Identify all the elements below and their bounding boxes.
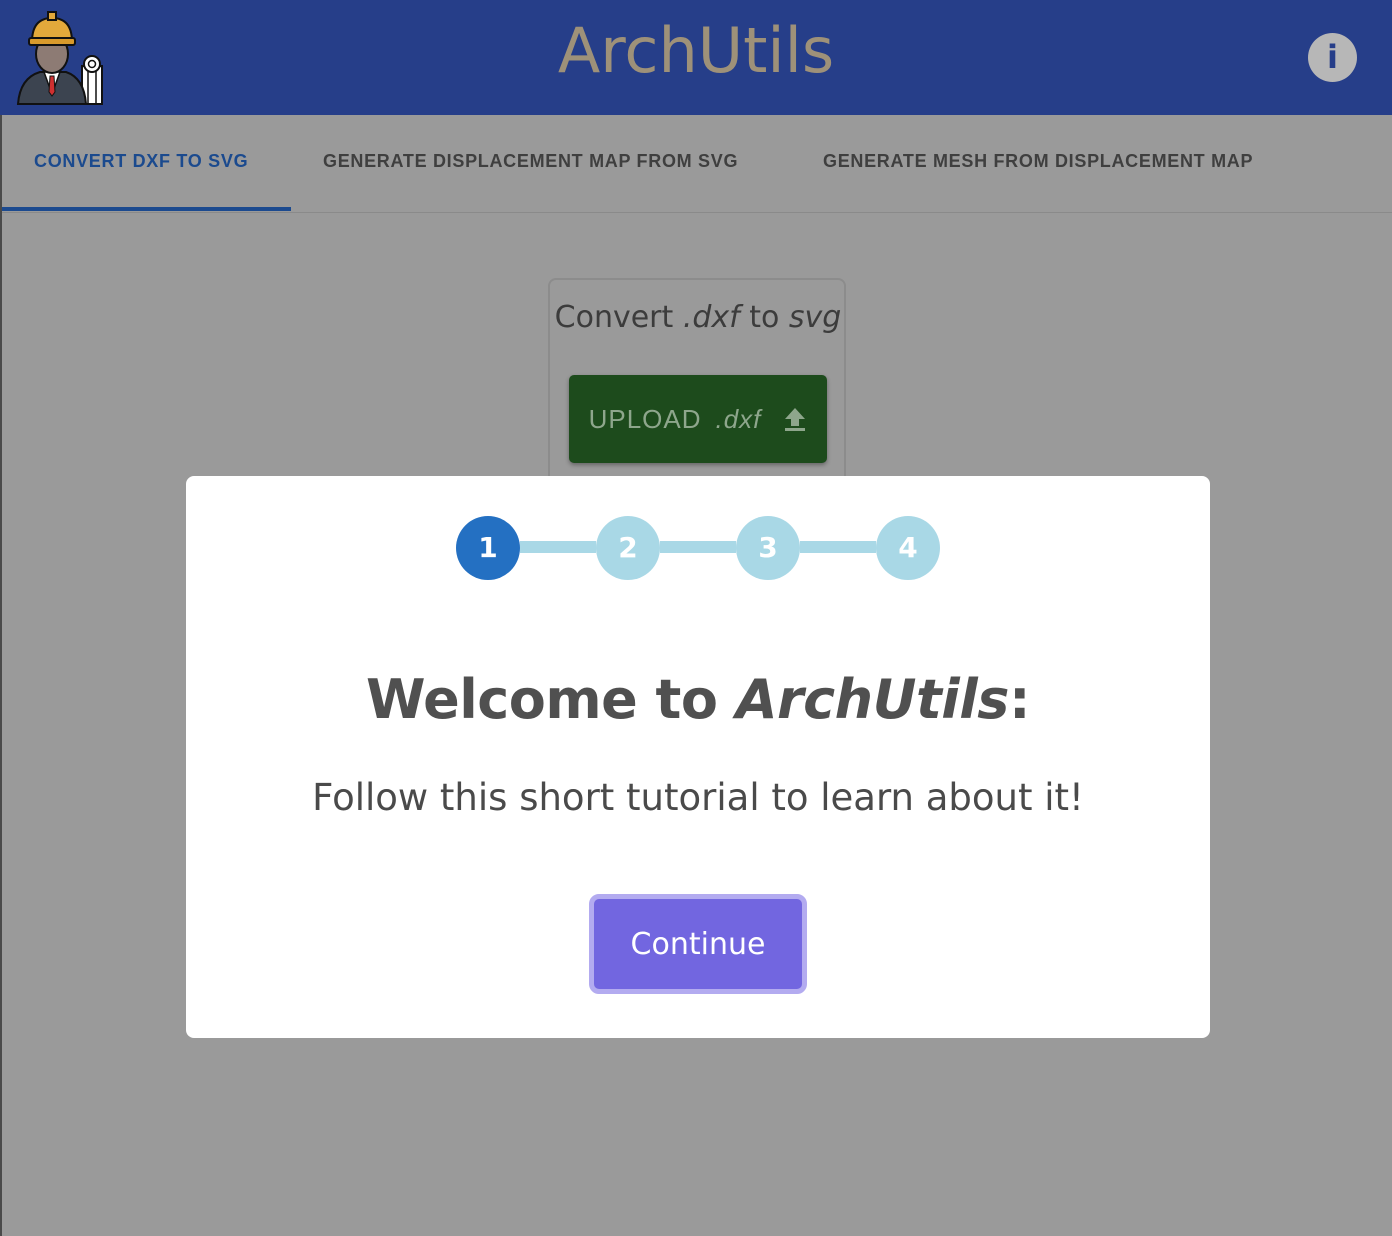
card-title: Convert .dxf to svg bbox=[0, 300, 1392, 335]
tab-generate-mesh[interactable]: GENERATE MESH FROM DISPLACEMENT MAP bbox=[823, 151, 1253, 172]
tab-convert-dxf-to-svg[interactable]: CONVERT DXF TO SVG bbox=[34, 151, 248, 172]
upload-icon bbox=[785, 408, 806, 431]
tab-generate-displacement-map[interactable]: GENERATE DISPLACEMENT MAP FROM SVG bbox=[323, 151, 738, 172]
upload-label: UPLOAD bbox=[588, 403, 702, 434]
step-3[interactable]: 3 bbox=[736, 516, 800, 580]
welcome-prefix: Welcome to bbox=[365, 668, 736, 731]
step-2[interactable]: 2 bbox=[596, 516, 660, 580]
info-icon: i bbox=[1327, 38, 1338, 76]
card-title-target: svg bbox=[788, 300, 842, 335]
card-title-mid: to bbox=[739, 300, 789, 335]
welcome-suffix: : bbox=[1008, 668, 1031, 731]
step-connector bbox=[520, 541, 596, 553]
info-button[interactable]: i bbox=[1308, 33, 1357, 82]
step-1[interactable]: 1 bbox=[456, 516, 520, 580]
card-title-ext: .dxf bbox=[682, 300, 740, 335]
app-bar: ArchUtils i bbox=[0, 0, 1392, 115]
step-connector bbox=[800, 541, 876, 553]
tab-bar: CONVERT DXF TO SVG GENERATE DISPLACEMENT… bbox=[2, 115, 1392, 213]
welcome-app-name: ArchUtils bbox=[735, 668, 1010, 731]
app-title: ArchUtils bbox=[557, 14, 835, 87]
step-connector bbox=[660, 541, 736, 553]
step-4[interactable]: 4 bbox=[876, 516, 940, 580]
tutorial-subtitle: Follow this short tutorial to learn abou… bbox=[312, 776, 1084, 819]
card-title-prefix: Convert bbox=[554, 300, 683, 335]
continue-button[interactable]: Continue bbox=[589, 894, 807, 994]
upload-dxf-button[interactable]: UPLOAD .dxf bbox=[569, 375, 827, 463]
upload-ext: .dxf bbox=[715, 403, 762, 434]
active-tab-indicator bbox=[2, 207, 291, 211]
welcome-heading: Welcome to ArchUtils: bbox=[0, 668, 1392, 731]
